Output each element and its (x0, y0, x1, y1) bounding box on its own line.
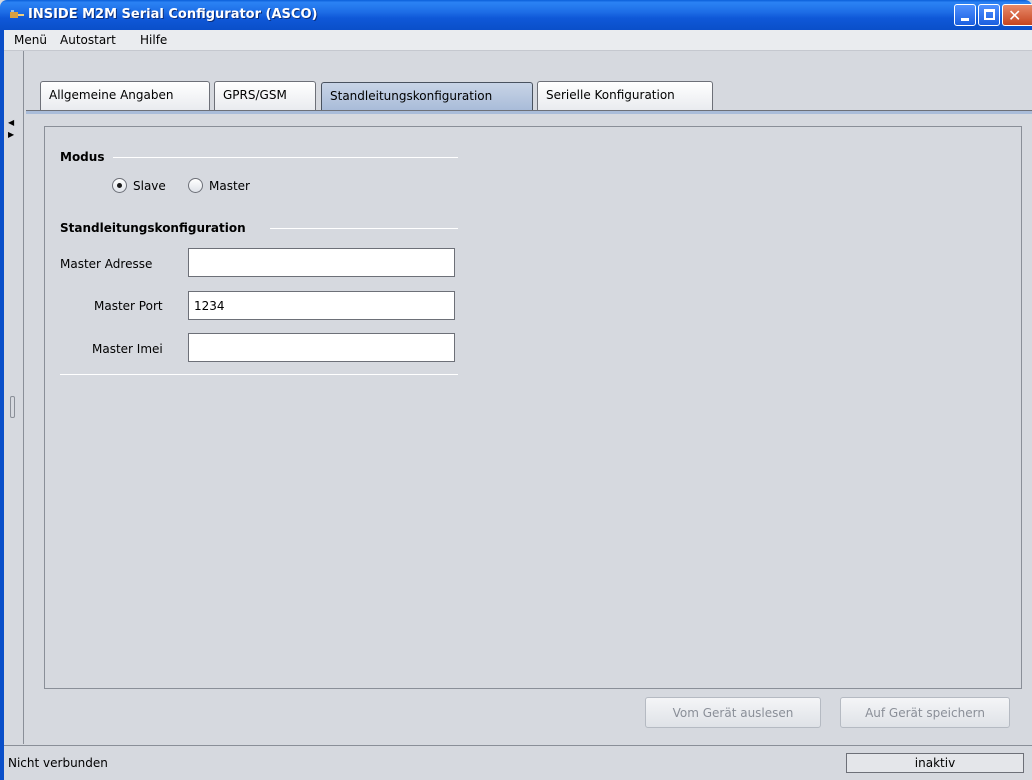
minimize-button[interactable] (954, 4, 976, 26)
activity-status: inaktiv (846, 753, 1024, 773)
menu-item-autostart[interactable]: Autostart (60, 33, 116, 47)
maximize-icon (984, 9, 995, 20)
group-divider-modus (113, 157, 458, 158)
master-adresse-input[interactable] (188, 248, 455, 277)
radio-slave[interactable]: Slave (112, 178, 166, 193)
radio-button-unselected-icon[interactable] (188, 178, 203, 193)
menu-bar: Menü Autostart Hilfe (4, 30, 1032, 51)
connection-status: Nicht verbunden (8, 756, 108, 770)
tab-serielle-konfiguration[interactable]: Serielle Konfiguration (537, 81, 713, 110)
master-port-input[interactable] (188, 291, 455, 320)
app-icon (10, 10, 24, 18)
close-button[interactable]: ✕ (1002, 4, 1032, 26)
read-from-device-button[interactable]: Vom Gerät auslesen (645, 697, 821, 728)
tab-standleitungskonfiguration[interactable]: Standleitungskonfiguration (321, 82, 533, 110)
group-divider-standleitung (270, 228, 458, 229)
master-imei-label: Master Imei (92, 342, 163, 356)
master-adresse-label: Master Adresse (60, 257, 153, 271)
split-pane-divider[interactable]: ◀ ▶ (4, 51, 24, 744)
maximize-button[interactable] (978, 4, 1000, 26)
tab-allgemeine-angaben[interactable]: Allgemeine Angaben (40, 81, 210, 110)
radio-slave-label: Slave (133, 178, 166, 193)
arrow-right-icon[interactable]: ▶ (8, 131, 14, 139)
content-panel (44, 126, 1022, 689)
status-bar: Nicht verbunden inaktiv (4, 745, 1032, 780)
radio-button-selected-icon[interactable] (112, 178, 127, 193)
radio-master[interactable]: Master (188, 178, 250, 193)
menu-item-hilfe[interactable]: Hilfe (140, 33, 167, 47)
save-to-device-button[interactable]: Auf Gerät speichern (840, 697, 1010, 728)
master-port-label: Master Port (94, 299, 163, 313)
close-icon: ✕ (1008, 6, 1022, 25)
title-bar[interactable]: INSIDE M2M Serial Configurator (ASCO) ✕ (0, 0, 1032, 30)
arrow-left-icon[interactable]: ◀ (8, 119, 14, 127)
group-bottom-divider (60, 374, 458, 375)
tab-gprs-gsm[interactable]: GPRS/GSM (214, 81, 316, 110)
minimize-icon (961, 18, 969, 21)
menu-item-menu[interactable]: Menü (14, 33, 47, 47)
tab-baseline-highlight (26, 111, 1032, 114)
grip-handle-icon[interactable] (10, 396, 15, 418)
group-title-standleitungskonfiguration: Standleitungskonfiguration (60, 221, 246, 235)
radio-master-label: Master (209, 178, 250, 193)
window-title: INSIDE M2M Serial Configurator (ASCO) (28, 7, 318, 22)
group-title-modus: Modus (60, 150, 105, 164)
master-imei-input[interactable] (188, 333, 455, 362)
